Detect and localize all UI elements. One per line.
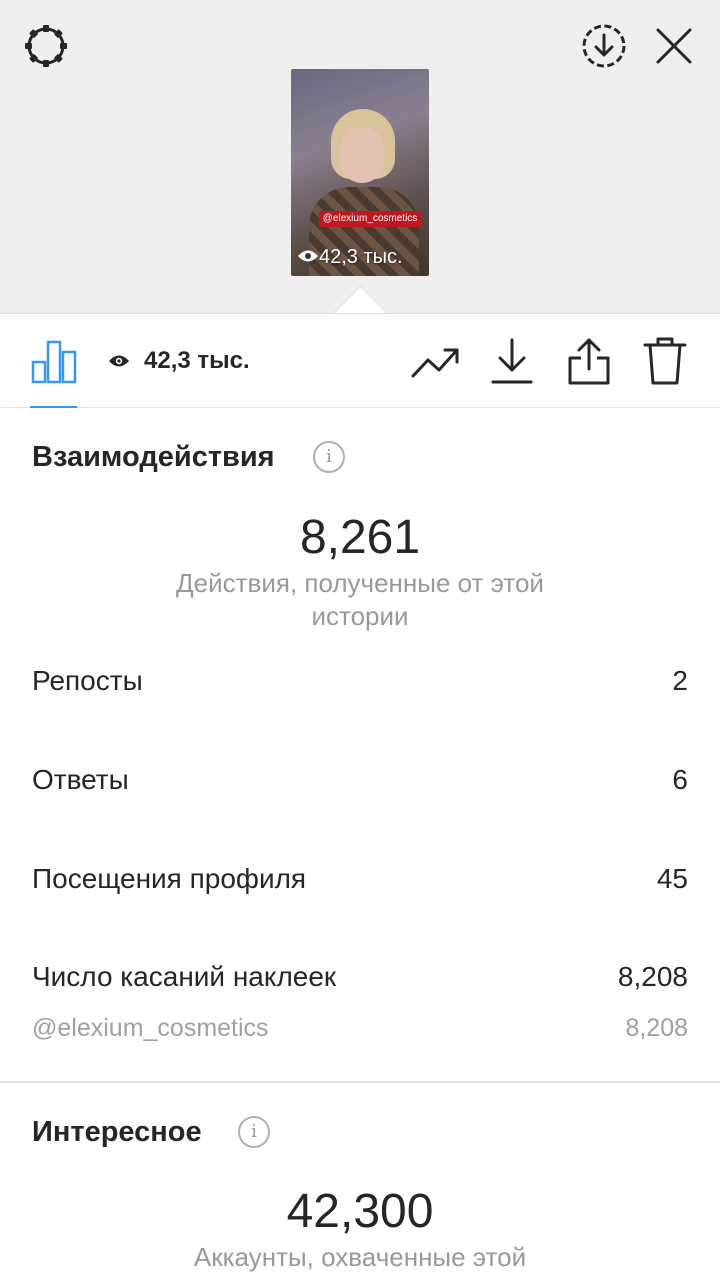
- reposts-value: 2: [672, 665, 688, 696]
- close-icon[interactable]: [654, 26, 694, 66]
- insights-toolbar: 42,3 тыс.: [0, 313, 720, 408]
- sticker-account-value: 8,208: [625, 1014, 688, 1042]
- story-thumbnail[interactable]: @elexium_cosmetics 42,3 тыс.: [291, 69, 429, 276]
- sticker-taps-label: Число касаний наклеек: [32, 961, 337, 992]
- download-icon[interactable]: [491, 336, 533, 386]
- profile-visits-label: Посещения профиля: [32, 863, 307, 894]
- sticker-mention-tag: @elexium_cosmetics: [319, 211, 421, 227]
- bar-chart-icon[interactable]: [31, 338, 77, 384]
- share-icon[interactable]: [567, 336, 611, 386]
- replies-value: 6: [672, 764, 688, 795]
- sticker-account-label: @elexium_cosmetics: [32, 1014, 269, 1042]
- settings-gear-icon[interactable]: [22, 22, 70, 70]
- interactions-subtitle: Действия, полученные от этой истории: [176, 568, 544, 631]
- replies-label: Ответы: [32, 764, 129, 795]
- active-tab-indicator: [30, 406, 77, 408]
- eye-icon: [108, 345, 130, 379]
- download-circle-icon[interactable]: [581, 23, 627, 69]
- interactions-title: Взаимодействия: [32, 441, 275, 473]
- discovery-title: Интересное: [32, 1116, 202, 1148]
- section-divider: [0, 1081, 720, 1083]
- interactions-total: 8,261: [299, 511, 421, 564]
- info-icon[interactable]: i: [313, 441, 345, 473]
- toolbar-views-count: 42,3 тыс.: [144, 347, 250, 374]
- sticker-taps-value: 8,208: [617, 961, 688, 992]
- eye-icon: [297, 246, 319, 270]
- discovery-total: 42,300: [286, 1185, 434, 1238]
- trending-icon[interactable]: [411, 344, 461, 380]
- profile-visits-value: 45: [656, 863, 688, 894]
- toolbar-views: 42,3 тыс.: [108, 344, 250, 379]
- trash-icon[interactable]: [643, 336, 687, 386]
- reposts-label: Репосты: [32, 665, 143, 696]
- story-preview-area: @elexium_cosmetics 42,3 тыс.: [0, 0, 720, 313]
- thumbnail-views: 42,3 тыс.: [297, 245, 403, 270]
- discovery-subtitle: Аккаунты, охваченные этой: [193, 1242, 527, 1272]
- info-icon[interactable]: i: [238, 1116, 270, 1148]
